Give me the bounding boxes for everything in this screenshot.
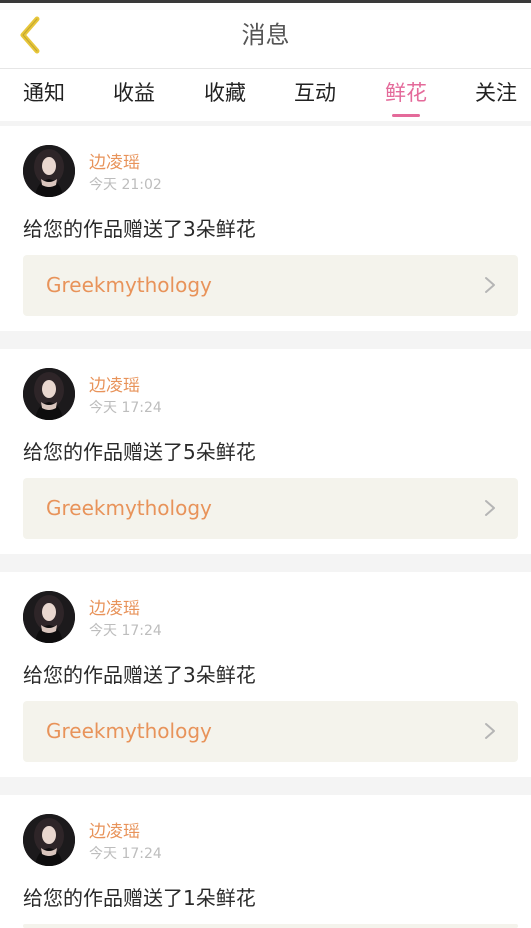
sender-name[interactable]: 边凌瑶 — [89, 371, 140, 396]
page-title: 消息 — [241, 21, 290, 49]
message-card: 边凌瑶 今天 21:02 给您的作品赠送了3朵鲜花 Greekmythology — [0, 126, 531, 331]
message-time: 今天 17:24 — [89, 846, 162, 862]
user-avatar[interactable] — [23, 591, 75, 643]
message-time: 今天 21:02 — [89, 177, 162, 193]
active-tab-indicator — [392, 114, 420, 117]
tab-label: 互动 — [294, 81, 336, 105]
chevron-right-icon — [485, 277, 495, 293]
tab-label: 收藏 — [204, 81, 246, 105]
tab-label: 收益 — [113, 81, 155, 105]
user-avatar[interactable] — [23, 368, 75, 420]
work-title: Greekmythology — [46, 719, 212, 743]
chevron-left-icon — [20, 16, 40, 54]
tab-earnings[interactable]: 收益 — [110, 69, 158, 121]
user-avatar[interactable] — [23, 814, 75, 866]
user-avatar[interactable] — [23, 145, 75, 197]
tab-label: 通知 — [23, 81, 65, 105]
app-header: 消息 — [0, 3, 531, 68]
work-link[interactable]: Greekmythology — [23, 255, 518, 316]
tab-bar: 通知 收益 收藏 互动 鲜花 关注 — [0, 68, 531, 121]
sender-name[interactable]: 边凌瑶 — [89, 594, 140, 619]
tab-label: 关注 — [475, 81, 517, 105]
message-text: 给您的作品赠送了3朵鲜花 — [23, 217, 256, 241]
sender-name[interactable]: 边凌瑶 — [89, 148, 140, 173]
tab-label: 鲜花 — [385, 81, 427, 105]
work-link[interactable]: Greekmythology — [23, 478, 518, 539]
back-button[interactable] — [8, 13, 52, 57]
tab-flowers[interactable]: 鲜花 — [382, 69, 430, 121]
message-card: 边凌瑶 今天 17:24 给您的作品赠送了5朵鲜花 Greekmythology — [0, 349, 531, 554]
work-link[interactable] — [23, 924, 518, 928]
work-title: Greekmythology — [46, 496, 212, 520]
tab-favorites[interactable]: 收藏 — [201, 69, 249, 121]
tab-notifications[interactable]: 通知 — [20, 69, 68, 121]
work-title: Greekmythology — [46, 273, 212, 297]
message-card: 边凌瑶 今天 17:24 给您的作品赠送了3朵鲜花 Greekmythology — [0, 572, 531, 777]
work-link[interactable]: Greekmythology — [23, 701, 518, 762]
message-time: 今天 17:24 — [89, 400, 162, 416]
message-text: 给您的作品赠送了1朵鲜花 — [23, 886, 256, 910]
message-text: 给您的作品赠送了3朵鲜花 — [23, 663, 256, 687]
chevron-right-icon — [485, 500, 495, 516]
tab-interactions[interactable]: 互动 — [291, 69, 339, 121]
message-text: 给您的作品赠送了5朵鲜花 — [23, 440, 256, 464]
chevron-right-icon — [485, 723, 495, 739]
sender-name[interactable]: 边凌瑶 — [89, 817, 140, 842]
tab-follows[interactable]: 关注 — [472, 69, 520, 121]
message-card: 边凌瑶 今天 17:24 给您的作品赠送了1朵鲜花 — [0, 795, 531, 928]
message-time: 今天 17:24 — [89, 623, 162, 639]
